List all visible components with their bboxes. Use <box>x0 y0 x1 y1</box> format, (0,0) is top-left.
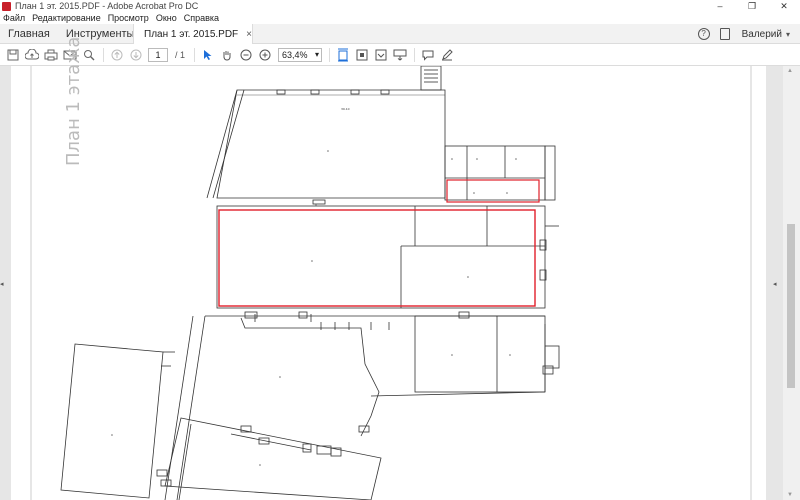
svg-text:0: 0 <box>259 463 261 467</box>
tab-bar: Главная Инструменты План 1 эт. 2015.PDF … <box>0 24 800 44</box>
pen-icon[interactable] <box>438 46 456 64</box>
scroll-down-icon[interactable]: ▼ <box>787 492 793 498</box>
svg-text:0: 0 <box>506 191 508 195</box>
svg-text:0: 0 <box>327 149 329 153</box>
svg-text:0: 0 <box>315 203 317 207</box>
select-cursor-icon[interactable] <box>199 46 217 64</box>
document-workspace: ◂ План 1 этажа 39.10 0 0 0 0 0 0 0 0 0 0… <box>0 37 800 500</box>
svg-text:0: 0 <box>515 157 517 161</box>
user-name[interactable]: Валерий <box>742 29 782 40</box>
floor-plan-drawing: 39.10 0 0 0 0 0 0 0 0 0 0 0 0 0 0 <box>30 66 752 500</box>
menu-window[interactable]: Окно <box>156 13 177 23</box>
tab-home[interactable]: Главная <box>8 28 50 40</box>
page-total: / 1 <box>175 49 186 60</box>
page-up-icon[interactable] <box>108 46 126 64</box>
close-tab-icon[interactable]: × <box>246 29 252 40</box>
toolbar-separator <box>414 47 416 62</box>
highlight-area-small <box>446 179 540 203</box>
zoom-select[interactable]: 63,4% <box>278 47 323 62</box>
scroll-up-icon[interactable]: ▲ <box>787 68 793 74</box>
save-icon[interactable] <box>4 46 22 64</box>
right-panel-toggle-icon[interactable]: ◂ <box>773 280 779 288</box>
vertical-scrollbar[interactable]: ▲ ▼ <box>783 66 800 500</box>
svg-text:0: 0 <box>451 353 453 357</box>
window-title: План 1 эт. 2015.PDF - Adobe Acrobat Pro … <box>15 1 199 11</box>
upload-cloud-icon[interactable] <box>23 46 41 64</box>
svg-text:39.10: 39.10 <box>341 107 350 111</box>
title-bar: План 1 эт. 2015.PDF - Adobe Acrobat Pro … <box>0 0 800 12</box>
window-controls: – ❐ ✕ <box>704 0 800 12</box>
acrobat-app-icon <box>2 1 11 11</box>
fit-page-icon[interactable] <box>334 46 352 64</box>
help-icon[interactable]: ? <box>697 28 710 40</box>
svg-text:0: 0 <box>451 157 453 161</box>
svg-text:0: 0 <box>111 433 113 437</box>
hand-tool-icon[interactable] <box>218 46 236 64</box>
scrollbar-thumb[interactable] <box>787 224 795 388</box>
scroll-mode-icon[interactable] <box>372 46 390 64</box>
menu-file[interactable]: Файл <box>3 13 25 23</box>
document-tab-label: План 1 эт. 2015.PDF <box>144 28 239 40</box>
zoom-out-icon[interactable] <box>237 46 255 64</box>
toolbar-separator <box>103 47 104 62</box>
user-menu-chevron-icon[interactable]: ▾ <box>786 30 790 39</box>
keyboard-icon[interactable] <box>391 46 409 64</box>
full-screen-icon[interactable] <box>353 46 371 64</box>
close-window-button[interactable]: ✕ <box>768 0 800 12</box>
page-down-icon[interactable] <box>127 46 145 64</box>
tab-document[interactable]: План 1 эт. 2015.PDF × <box>133 24 253 44</box>
svg-text:0: 0 <box>467 275 469 279</box>
toolbar-separator <box>329 47 331 62</box>
menu-bar: Файл Редактирование Просмотр Окно Справк… <box>0 12 800 24</box>
tab-bar-right: ? Валерий ▾ <box>697 24 790 44</box>
menu-edit[interactable]: Редактирование <box>32 13 101 23</box>
menu-view[interactable]: Просмотр <box>108 13 149 23</box>
svg-text:0: 0 <box>509 353 511 357</box>
pdf-page: План 1 этажа 39.10 0 0 0 0 0 0 0 0 0 0 0… <box>11 37 766 500</box>
svg-text:0: 0 <box>311 259 313 263</box>
left-panel-toggle-icon[interactable]: ◂ <box>0 280 6 288</box>
svg-text:0: 0 <box>279 375 281 379</box>
minimize-button[interactable]: – <box>704 0 736 12</box>
zoom-in-icon[interactable] <box>256 46 274 64</box>
highlight-area-main <box>218 209 536 307</box>
comment-icon[interactable] <box>419 46 437 64</box>
mobile-link-icon[interactable] <box>719 28 730 40</box>
menu-help[interactable]: Справка <box>184 13 219 23</box>
toolbar-separator <box>194 47 196 62</box>
print-icon[interactable] <box>42 46 60 64</box>
toolbar: 1 / 1 63,4% <box>0 44 800 66</box>
page-number-input[interactable]: 1 <box>148 47 168 62</box>
svg-text:0: 0 <box>473 191 475 195</box>
svg-text:0: 0 <box>476 157 478 161</box>
maximize-button[interactable]: ❐ <box>736 0 768 12</box>
